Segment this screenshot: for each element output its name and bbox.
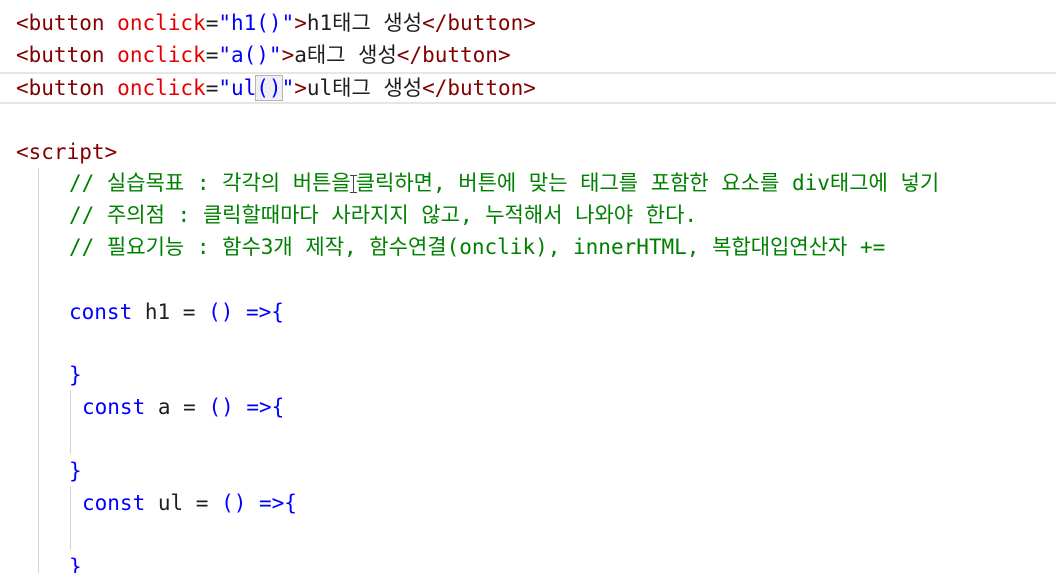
keyword-const: const [69, 300, 133, 324]
attr-name: onclick [117, 11, 206, 35]
button-text: ul태그 생성 [306, 76, 423, 100]
bracket-match-highlight: () [255, 75, 283, 101]
comment-text: 클릭하면, 버튼에 맞는 태그를 포함한 요소를 div태그에 넣기 [355, 171, 940, 195]
code-line-brace-close[interactable]: } [0, 551, 1056, 573]
attr-value: "h1()" [218, 11, 295, 35]
script-open-tag: <script> [16, 140, 118, 164]
tag-end: </button> [396, 43, 511, 67]
brace-close: } [69, 459, 82, 483]
code-line-button-a[interactable]: <button onclick="a()">a태그 생성</button> [0, 39, 1056, 71]
attr-name: onclick [117, 76, 206, 100]
tag-end: </button> [422, 76, 536, 100]
ibeam-cursor-icon [349, 175, 357, 193]
tag-close: > [281, 43, 295, 67]
code-line-comment-goal[interactable]: // 실습목표 : 각각의 버튼을 클릭하면, 버튼에 맞는 태그를 포함한 요소… [0, 167, 1056, 199]
attr-eq: = [205, 43, 219, 67]
arrow-function: () =>{ [208, 395, 285, 419]
tag-end: </button> [422, 11, 536, 35]
keyword-const: const [82, 491, 146, 515]
brace-close: } [69, 363, 82, 387]
button-text: h1태그 생성 [306, 11, 423, 35]
code-line-button-ul-current[interactable]: <button onclick="ul()">ul태그 생성</button> [0, 72, 1056, 104]
button-text: a태그 생성 [294, 43, 397, 67]
attr-eq: = [205, 76, 219, 100]
code-line-const-ul[interactable]: const ul = () =>{ [0, 487, 1056, 519]
code-line-comment-caution[interactable]: // 주의점 : 클릭할때마다 사라지지 않고, 누적해서 나와야 한다. [0, 199, 1056, 231]
identifier: a = [145, 395, 209, 419]
code-line-const-h1[interactable]: const h1 = () =>{ [0, 296, 1056, 328]
attr-value-start: "ul [218, 76, 257, 100]
comment-text: // 주의점 : 클릭할때마다 사라지지 않고, 누적해서 나와야 한다. [69, 203, 698, 227]
code-line-brace-close[interactable]: } [0, 455, 1056, 487]
identifier: h1 = [132, 300, 209, 324]
attr-name: onclick [117, 43, 206, 67]
brace-close: } [69, 555, 82, 573]
comment-text: // 실습목표 : 각각의 버튼을 [69, 171, 351, 195]
tag-open: <button [16, 76, 105, 100]
code-line-const-a[interactable]: const a = () =>{ [0, 391, 1056, 423]
attr-value: "a()" [218, 43, 282, 67]
tag-close: > [294, 11, 307, 35]
comment-text: // 필요기능 : 함수3개 제작, 함수연결(onclik), innerHT… [69, 235, 886, 259]
arrow-function: () =>{ [221, 491, 297, 515]
code-line-comment-needs[interactable]: // 필요기능 : 함수3개 제작, 함수연결(onclik), innerHT… [0, 231, 1056, 263]
attr-value-end: " [281, 76, 295, 100]
code-editor[interactable]: <button onclick="h1()">h1태그 생성</button> … [0, 0, 1056, 573]
keyword-const: const [82, 395, 146, 419]
code-line-brace-close[interactable]: } [0, 359, 1056, 391]
tag-open: <button [16, 11, 105, 35]
tag-close: > [294, 76, 307, 100]
arrow-function: () =>{ [208, 300, 284, 324]
tag-open: <button [16, 43, 105, 67]
identifier: ul = [145, 491, 222, 515]
code-line-button-h1[interactable]: <button onclick="h1()">h1태그 생성</button> [0, 7, 1056, 39]
code-line-script-open[interactable]: <script> [0, 136, 1056, 168]
attr-eq: = [205, 11, 219, 35]
